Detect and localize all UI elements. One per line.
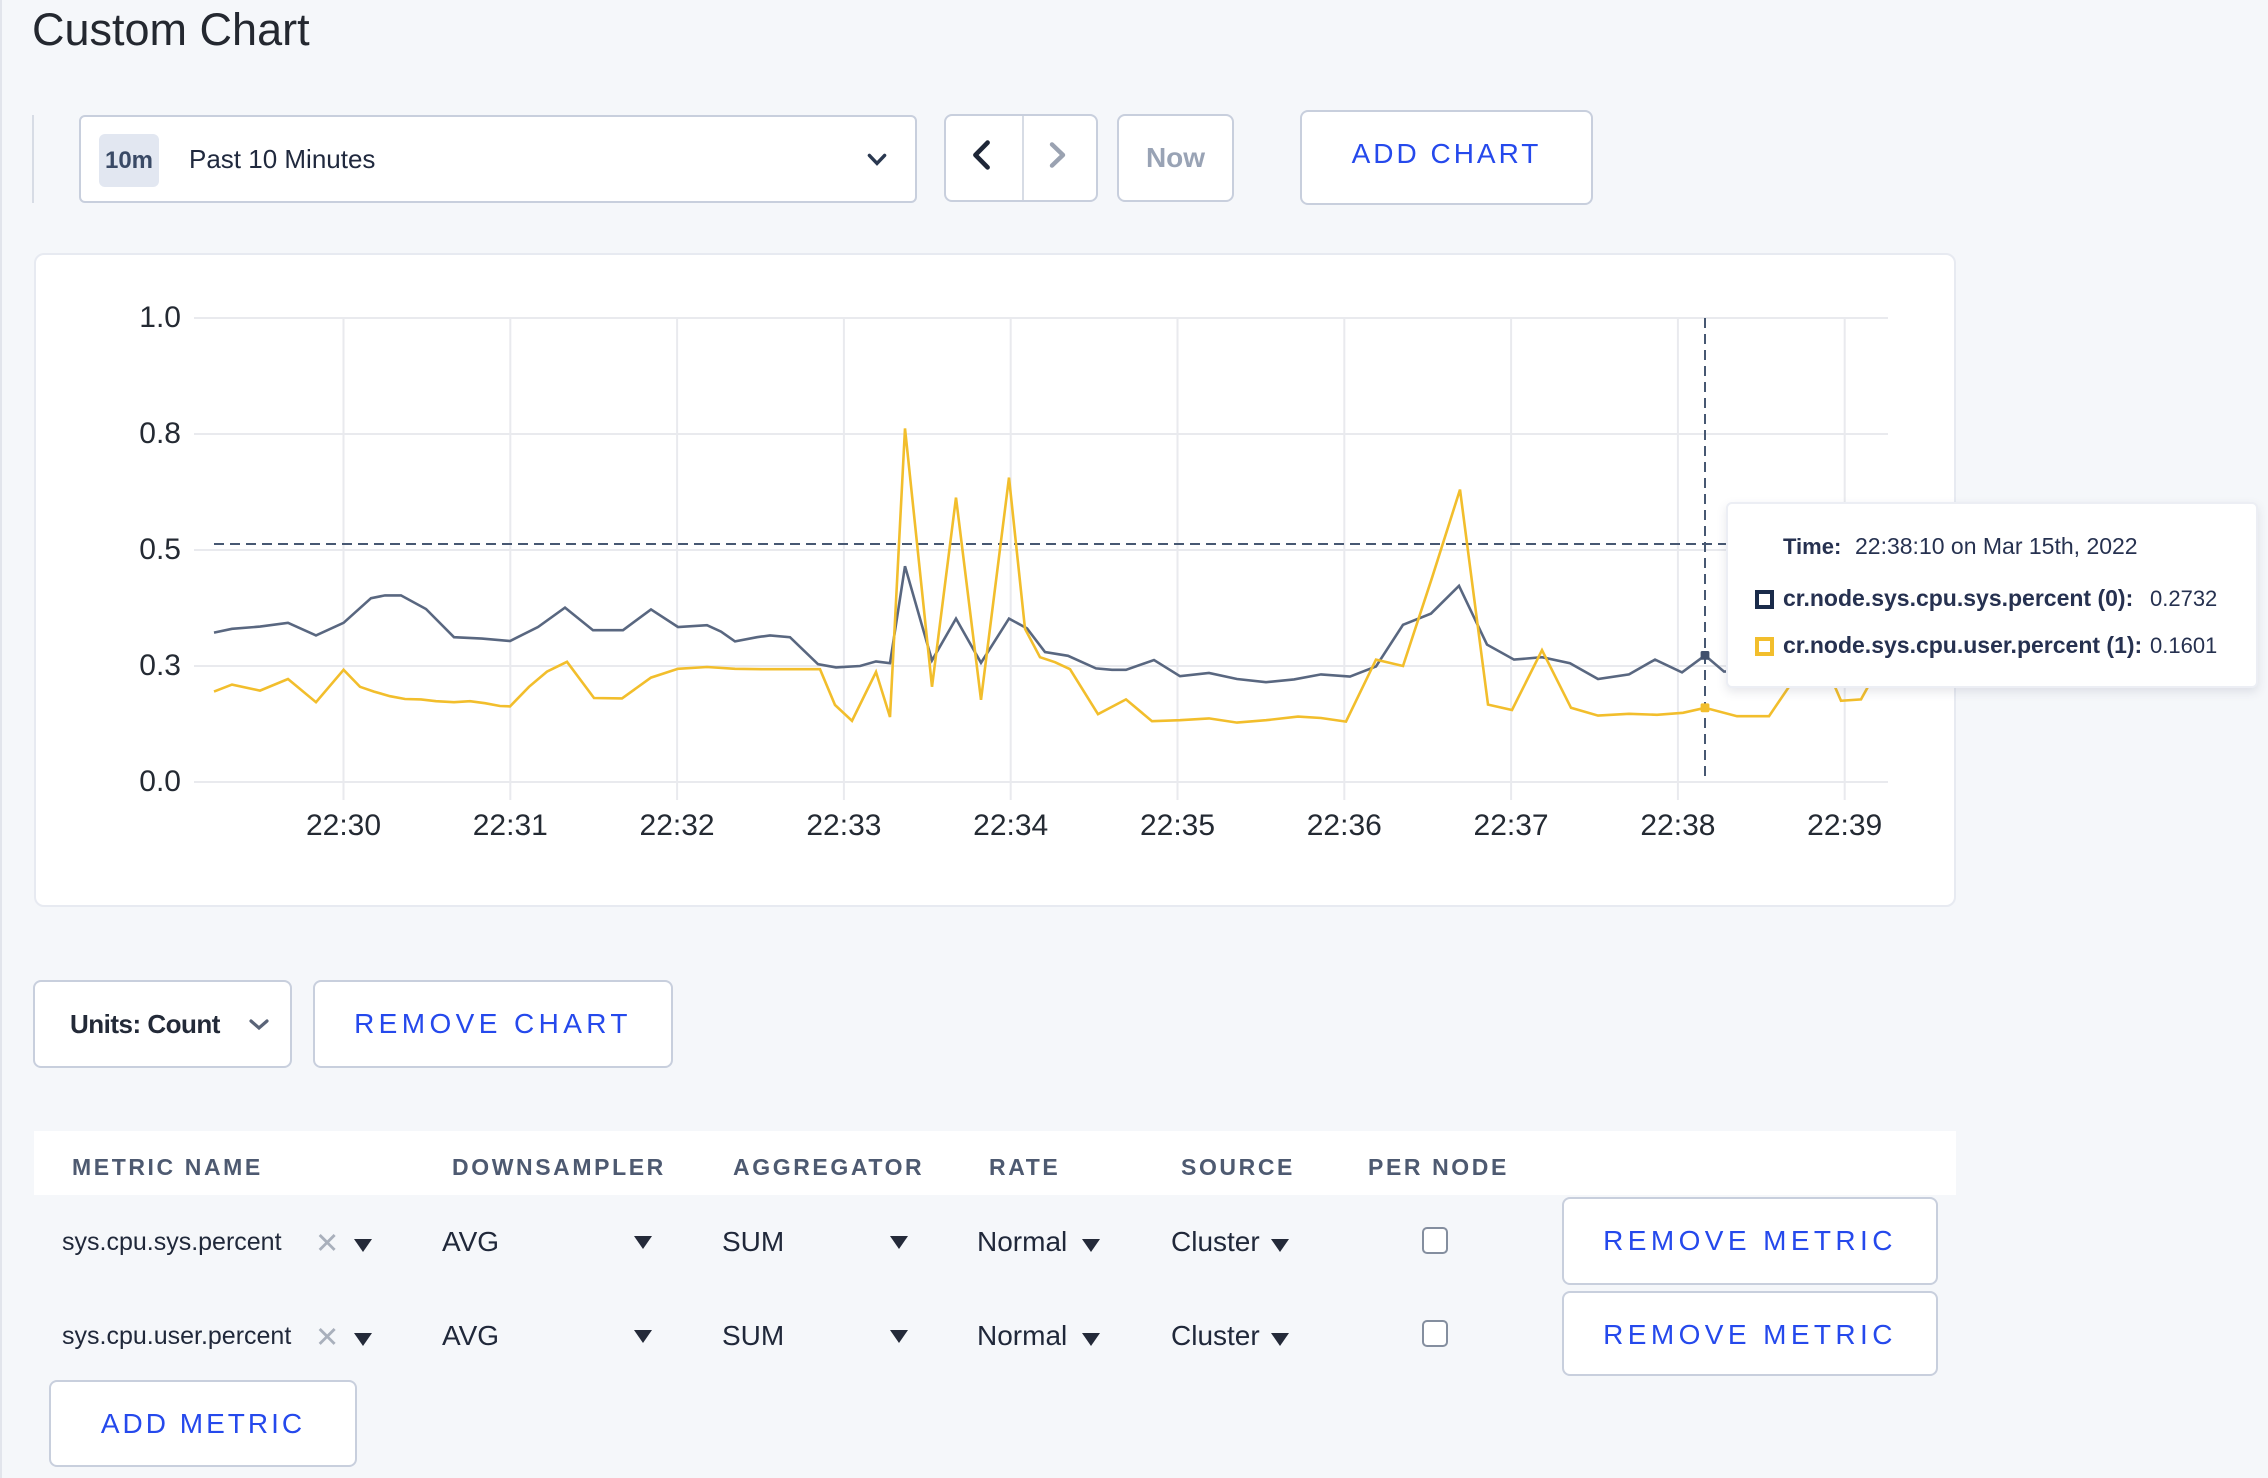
svg-text:22:32: 22:32	[640, 809, 715, 842]
svg-text:22:34: 22:34	[973, 809, 1048, 842]
svg-text:0.5: 0.5	[139, 533, 181, 566]
svg-text:22:30: 22:30	[306, 809, 381, 842]
svg-text:22:35: 22:35	[1140, 809, 1215, 842]
svg-text:22:37: 22:37	[1474, 809, 1549, 842]
svg-text:22:31: 22:31	[473, 809, 548, 842]
svg-text:22:36: 22:36	[1307, 809, 1382, 842]
svg-text:0.3: 0.3	[139, 649, 181, 682]
svg-text:0.8: 0.8	[139, 417, 181, 450]
svg-text:0.0: 0.0	[139, 765, 181, 798]
svg-text:22:38: 22:38	[1640, 809, 1715, 842]
svg-text:22:39: 22:39	[1807, 809, 1882, 842]
svg-text:22:33: 22:33	[806, 809, 881, 842]
svg-text:1.0: 1.0	[139, 301, 181, 334]
